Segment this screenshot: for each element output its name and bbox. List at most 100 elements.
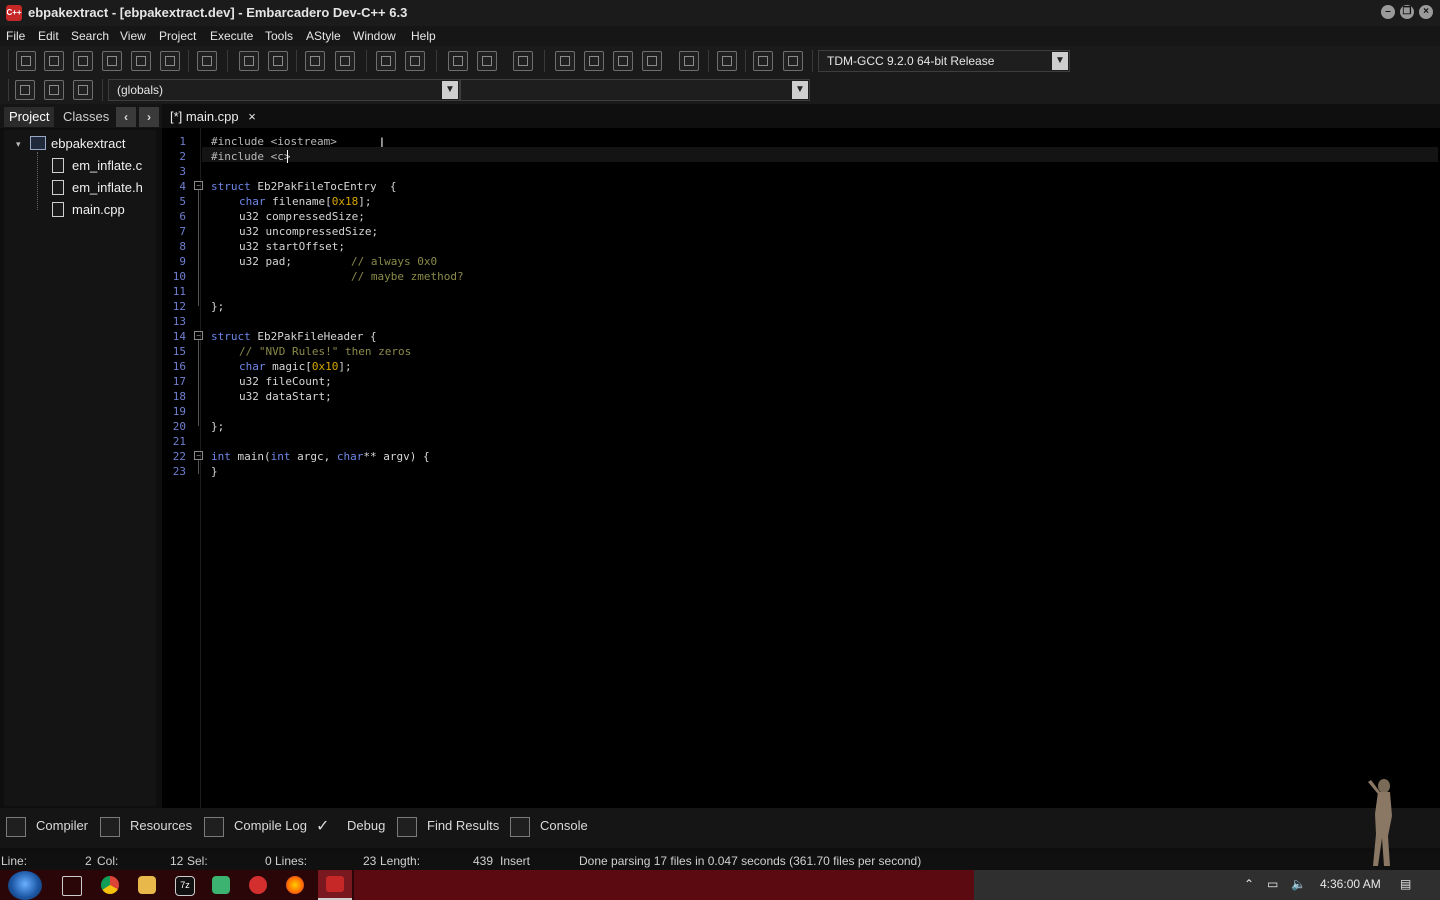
print-icon[interactable] (197, 51, 217, 71)
media-player-icon[interactable] (249, 876, 267, 894)
tab-console[interactable]: Console (540, 818, 588, 833)
code-line-20: }; (211, 420, 225, 433)
tab-close-icon[interactable]: × (248, 109, 256, 124)
line-number: 17 (172, 375, 186, 388)
start-orb-icon[interactable] (8, 871, 42, 900)
close-icon[interactable]: × (1419, 5, 1433, 19)
toggle-split-icon[interactable] (335, 51, 355, 71)
status-line-value: 2 (85, 854, 92, 868)
line-number: 10 (172, 270, 186, 283)
stop-execution-icon[interactable] (717, 51, 737, 71)
left-panel-tabs: Project Classes ‹ › (0, 104, 162, 128)
seven-zip-icon[interactable]: 7z (175, 876, 195, 896)
toggle-bookmark-icon[interactable] (15, 80, 35, 100)
line-number: 7 (179, 225, 186, 238)
indent-icon[interactable] (448, 51, 468, 71)
redo-icon[interactable] (405, 51, 425, 71)
code-line-18: u32 dataStart; (239, 390, 332, 403)
taskbar-clock[interactable]: 4:36:00 AM (1320, 877, 1381, 891)
save-all-icon[interactable] (102, 51, 122, 71)
comment-icon[interactable] (513, 51, 533, 71)
menu-file[interactable]: File (6, 29, 25, 43)
menu-execute[interactable]: Execute (210, 29, 253, 43)
menu-astyle[interactable]: AStyle (306, 29, 341, 43)
text-caret (287, 150, 288, 163)
chevron-right-icon[interactable]: › (139, 107, 159, 127)
undo-icon[interactable] (376, 51, 396, 71)
member-select[interactable]: ▼ (460, 79, 810, 101)
tab-compiler[interactable]: Compiler (36, 818, 88, 833)
line-number: 14 (172, 330, 186, 343)
line-number: 12 (172, 300, 186, 313)
compile-icon[interactable] (555, 51, 575, 71)
menu-view[interactable]: View (120, 29, 146, 43)
tab-resources[interactable]: Resources (130, 818, 192, 833)
line-number: 11 (172, 285, 186, 298)
menu-edit[interactable]: Edit (38, 29, 59, 43)
tab-main-cpp[interactable]: [*] main.cpp × (170, 107, 256, 127)
tree-file-em-inflate-h[interactable]: em_inflate.h (72, 180, 143, 195)
tree-expand-icon[interactable]: ▾ (16, 139, 21, 150)
unindent-icon[interactable] (477, 51, 497, 71)
status-col-value: 12 (170, 854, 184, 868)
open-folder-icon[interactable] (44, 51, 64, 71)
task-view-icon[interactable] (62, 876, 82, 896)
tab-debug[interactable]: Debug (347, 818, 385, 833)
code-line-6: u32 compressedSize; (239, 210, 365, 223)
tray-chevron-up-icon[interactable]: ⌃ (1244, 877, 1254, 891)
fold-collapse-icon[interactable]: − (194, 331, 203, 340)
devcpp-taskbar-button[interactable] (318, 870, 352, 900)
run-icon[interactable] (584, 51, 604, 71)
network-icon[interactable]: ▭ (1267, 877, 1278, 891)
code-line-1: #include <iostream> (211, 135, 337, 148)
compile-run-icon[interactable] (613, 51, 633, 71)
scope-select[interactable]: (globals) ▼ (108, 79, 460, 101)
chrome-icon[interactable] (101, 876, 119, 894)
tree-file-main-cpp[interactable]: main.cpp (72, 202, 125, 217)
bookmark-icon[interactable] (44, 80, 64, 100)
code-editor[interactable]: 1 2 3 4 5 6 7 8 9 10 11 12 13 14 15 16 1… (162, 128, 1440, 808)
delete-profile-icon[interactable] (783, 51, 803, 71)
tab-classes[interactable]: Classes (58, 107, 114, 127)
menu-window[interactable]: Window (353, 29, 396, 43)
close-file-icon[interactable] (131, 51, 151, 71)
file-explorer-icon[interactable] (138, 876, 156, 894)
menu-search[interactable]: Search (71, 29, 109, 43)
profile-icon[interactable] (753, 51, 773, 71)
close-all-icon[interactable] (160, 51, 180, 71)
tree-file-em-inflate-c[interactable]: em_inflate.c (72, 158, 142, 173)
chevron-down-icon[interactable]: ▼ (792, 81, 808, 99)
fold-collapse-icon[interactable]: − (194, 451, 203, 460)
syntax-check-icon[interactable] (679, 51, 699, 71)
debug-check-icon: ✓ (316, 818, 330, 835)
tab-compile-log[interactable]: Compile Log (234, 818, 307, 833)
tab-project[interactable]: Project (4, 107, 55, 127)
editor-tabs: [*] main.cpp × (162, 104, 1440, 128)
chevron-down-icon[interactable]: ▼ (442, 81, 458, 99)
code-line-2: #include <c> (211, 150, 291, 163)
text-cursor-icon: I (380, 134, 384, 150)
code-line-22: int main(int argc, char** argv) { (211, 450, 430, 463)
compiler-select[interactable]: TDM-GCC 9.2.0 64-bit Release ▼ (818, 50, 1070, 72)
new-file-icon[interactable] (16, 51, 36, 71)
volume-icon[interactable]: 🔈 (1291, 877, 1306, 891)
notepad-icon[interactable] (212, 876, 230, 894)
menu-help[interactable]: Help (411, 29, 436, 43)
menu-project[interactable]: Project (159, 29, 196, 43)
notifications-icon[interactable]: ▤ (1400, 877, 1411, 891)
find-icon[interactable] (239, 51, 259, 71)
goto-line-icon[interactable] (305, 51, 325, 71)
tree-project-root[interactable]: ebpakextract (51, 136, 125, 151)
fold-collapse-icon[interactable]: − (194, 181, 203, 190)
firefox-icon[interactable] (286, 876, 304, 894)
minimize-icon[interactable]: – (1381, 5, 1395, 19)
chevron-left-icon[interactable]: ‹ (116, 107, 136, 127)
save-icon[interactable] (73, 51, 93, 71)
replace-icon[interactable] (268, 51, 288, 71)
restore-icon[interactable]: ❐ (1400, 5, 1414, 19)
menu-tools[interactable]: Tools (265, 29, 293, 43)
goto-bookmark-icon[interactable] (73, 80, 93, 100)
rebuild-all-icon[interactable] (642, 51, 662, 71)
chevron-down-icon[interactable]: ▼ (1052, 52, 1068, 70)
tab-find-results[interactable]: Find Results (427, 818, 499, 833)
